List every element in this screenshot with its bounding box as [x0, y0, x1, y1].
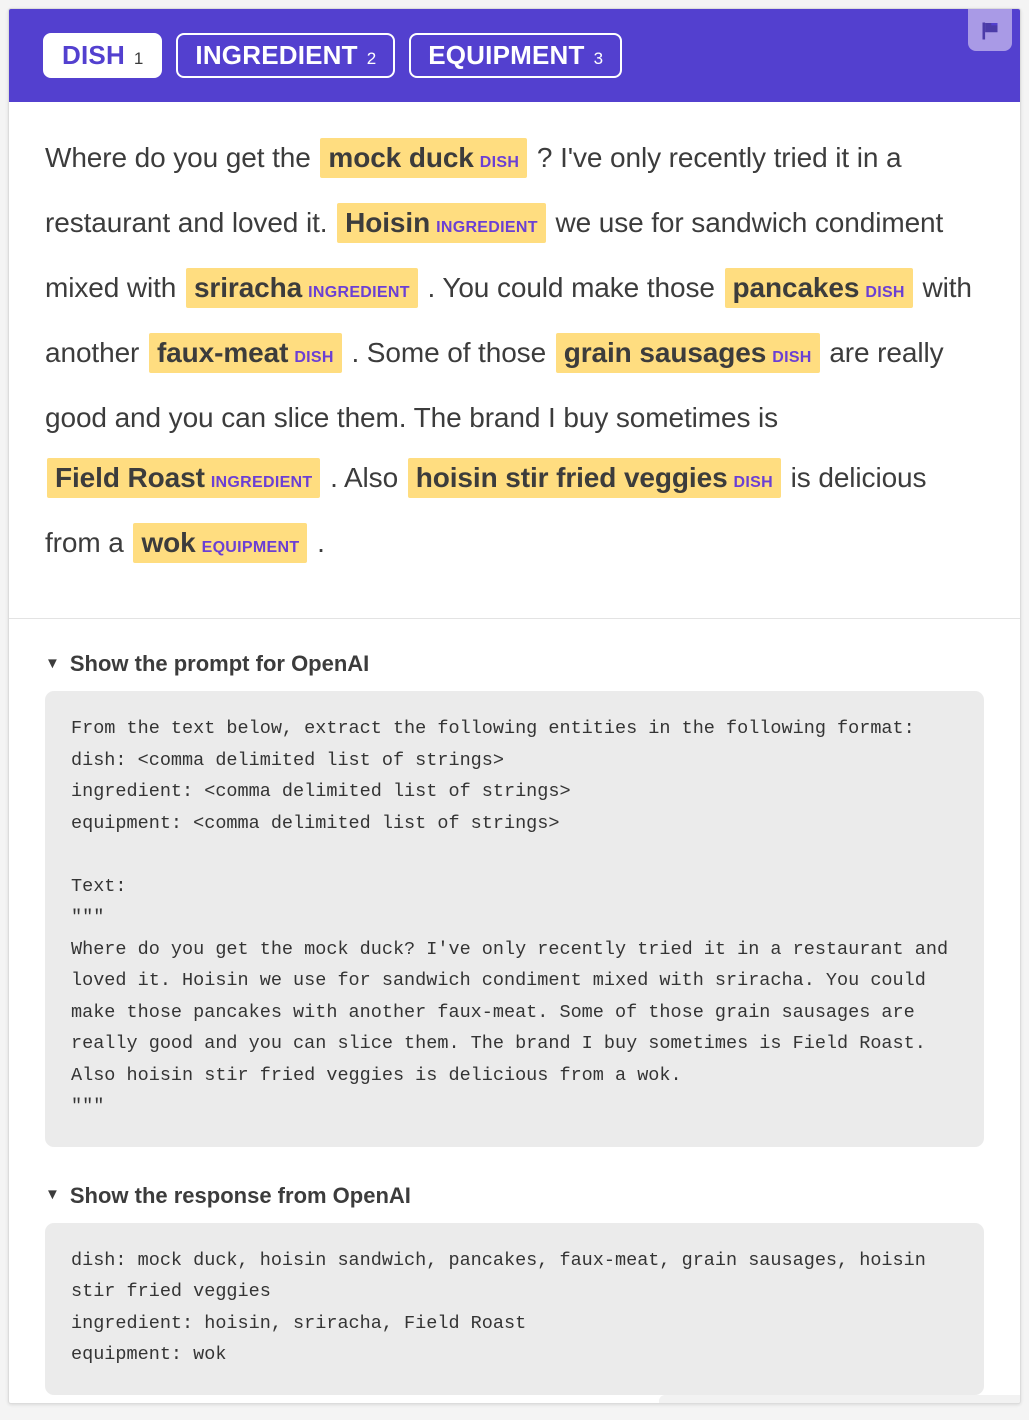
- flag-icon: [979, 20, 1001, 42]
- entity-text: mock duck: [328, 142, 474, 173]
- tab-equipment-number: 3: [593, 49, 604, 68]
- entity-tag: DISH: [294, 349, 334, 366]
- annotated-text-body: Where do you get the mock duck DISH ? I'v…: [9, 102, 1020, 619]
- entity-tag: DISH: [772, 349, 812, 366]
- entity-highlight[interactable]: sriracha INGREDIENT: [185, 268, 418, 308]
- entity-highlight[interactable]: wok EQUIPMENT: [133, 523, 308, 563]
- entity-highlight[interactable]: grain sausages DISH: [555, 333, 820, 373]
- annotation-card: DISH 1 INGREDIENT 2 EQUIPMENT 3 Where do…: [8, 8, 1021, 1404]
- page-background: DISH 1 INGREDIENT 2 EQUIPMENT 3 Where do…: [0, 0, 1029, 1420]
- entity-tag: INGREDIENT: [308, 284, 410, 301]
- entity-tab-list: DISH 1 INGREDIENT 2 EQUIPMENT 3: [43, 33, 623, 78]
- entity-tag: DISH: [865, 284, 905, 301]
- tab-equipment-label: EQUIPMENT: [428, 40, 585, 70]
- show-prompt-toggle[interactable]: ▼ Show the prompt for OpenAI: [45, 651, 984, 677]
- entity-text: hoisin stir fried veggies: [415, 462, 728, 493]
- entity-text: grain sausages: [563, 337, 767, 368]
- tab-dish-label: DISH: [62, 40, 125, 70]
- entity-tag: INGREDIENT: [210, 474, 313, 491]
- tab-ingredient-number: 2: [366, 49, 377, 68]
- tab-dish[interactable]: DISH 1: [43, 33, 163, 78]
- entity-text: wok: [141, 527, 196, 558]
- chevron-down-icon: ▼: [45, 1186, 60, 1203]
- plain-text: . Also: [322, 462, 406, 493]
- entity-tag: INGREDIENT: [436, 219, 538, 236]
- entity-tag: DISH: [733, 474, 773, 491]
- plain-text: Where do you get the: [45, 142, 319, 173]
- entity-tag: EQUIPMENT: [201, 539, 300, 556]
- chevron-down-icon: ▼: [45, 654, 60, 672]
- entity-tab-header: DISH 1 INGREDIENT 2 EQUIPMENT 3: [9, 9, 1020, 102]
- prompt-code-block: From the text below, extract the followi…: [45, 691, 984, 1147]
- footer-metadata: SECTION: Cooking UTC: 1364690064: [658, 1394, 1020, 1403]
- tab-equipment[interactable]: EQUIPMENT 3: [409, 33, 623, 78]
- entity-highlight[interactable]: mock duck DISH: [320, 138, 528, 178]
- plain-text: . Some of those: [343, 337, 554, 368]
- flag-button[interactable]: [968, 9, 1012, 51]
- show-response-label: Show the response from OpenAI: [69, 1182, 411, 1208]
- tab-ingredient-label: INGREDIENT: [195, 40, 358, 70]
- entity-tag: DISH: [479, 154, 520, 171]
- show-prompt-label: Show the prompt for OpenAI: [69, 651, 370, 676]
- entity-highlight[interactable]: pancakes DISH: [724, 268, 913, 308]
- entity-text: pancakes: [732, 272, 860, 303]
- show-response-toggle[interactable]: ▼ Show the response from OpenAI: [45, 1183, 984, 1209]
- entity-highlight[interactable]: faux-meat DISH: [148, 333, 342, 373]
- disclosure-sections: ▼ Show the prompt for OpenAI From the te…: [9, 619, 1020, 1395]
- entity-text: Hoisin: [345, 207, 431, 238]
- annotated-paragraph: Where do you get the mock duck DISH ? I'v…: [45, 128, 984, 578]
- plain-text: . You could make those: [419, 272, 723, 303]
- plain-text: .: [309, 527, 325, 558]
- tab-dish-number: 1: [133, 49, 144, 68]
- entity-highlight[interactable]: Field Roast INGREDIENT: [47, 458, 321, 498]
- card-footer: SECTION: Cooking UTC: 1364690064: [9, 1394, 1020, 1403]
- entity-highlight[interactable]: hoisin stir fried veggies DISH: [407, 458, 781, 498]
- entity-text: Field Roast: [55, 462, 205, 493]
- tab-ingredient[interactable]: INGREDIENT 2: [176, 33, 396, 78]
- entity-text: sriracha: [193, 272, 303, 303]
- entity-highlight[interactable]: Hoisin INGREDIENT: [337, 203, 546, 243]
- response-code-block: dish: mock duck, hoisin sandwich, pancak…: [45, 1222, 984, 1395]
- entity-text: faux-meat: [156, 337, 289, 368]
